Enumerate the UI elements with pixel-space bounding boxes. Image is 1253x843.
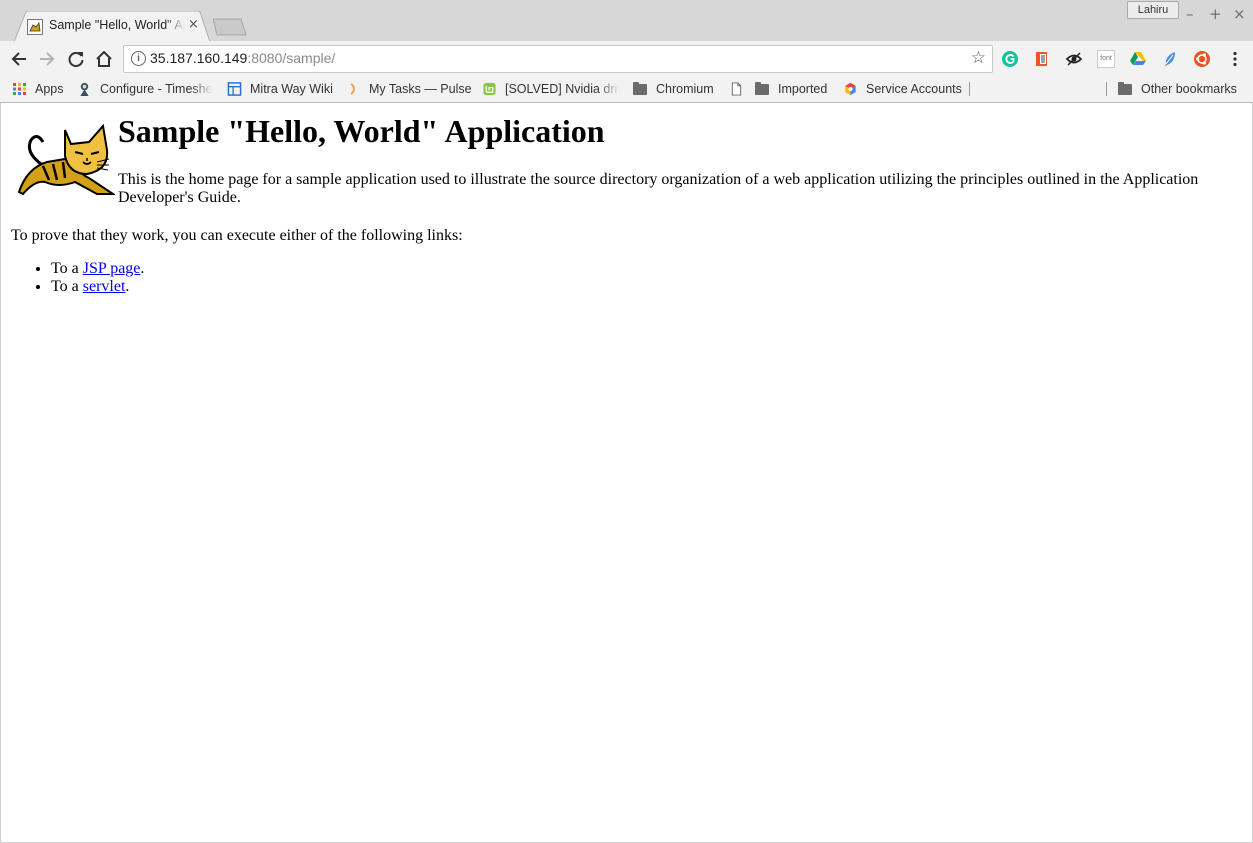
folder-icon: [755, 82, 770, 96]
tab-close-icon[interactable]: ×: [188, 17, 199, 32]
bookmark-configure-timesheets[interactable]: Configure - Timesheets: [77, 80, 213, 98]
link-prefix: To a: [51, 278, 83, 295]
bookmark-solved-nvidia[interactable]: [SOLVED] Nvidia drivers: [482, 80, 620, 98]
link-suffix: .: [125, 278, 130, 295]
link-prefix: To a: [51, 260, 83, 277]
bookmark-label: Imported: [778, 82, 828, 96]
bookmark-label: Mitra Way Wiki: [250, 82, 333, 96]
tomcat-logo-icon: [17, 123, 115, 196]
grammarly-icon[interactable]: [1001, 50, 1019, 68]
list-item: To a JSP page.: [51, 260, 144, 278]
link-suffix: .: [140, 260, 145, 277]
new-tab-button[interactable]: [213, 18, 249, 36]
folder-icon: [633, 82, 648, 96]
bookmark-folder-chromium[interactable]: Chromium: [633, 80, 714, 98]
bookmark-label: Chromium: [656, 82, 714, 96]
bookmark-other-bookmarks[interactable]: Other bookmarks: [1118, 80, 1237, 98]
bookmark-label: Service Accounts: [866, 82, 962, 96]
page-title: Sample "Hello, World" Application: [118, 113, 605, 149]
link-list: To a JSP page. To a servlet.: [51, 260, 144, 296]
list-item: To a servlet.: [51, 278, 144, 296]
more-menu-icon[interactable]: [1232, 51, 1238, 67]
bookmark-blank-page[interactable]: [729, 80, 752, 98]
folder-icon: [1118, 82, 1133, 96]
bookmark-mitra-way-wiki[interactable]: Mitra Way Wiki: [227, 80, 333, 98]
bookmark-label: [SOLVED] Nvidia drivers: [505, 82, 620, 96]
url-text[interactable]: 35.187.160.149:8080/sample/: [150, 50, 335, 66]
intro-paragraph: This is the home page for a sample appli…: [118, 171, 1199, 206]
bookmark-apps[interactable]: Apps: [12, 80, 64, 98]
feather-icon[interactable]: [1161, 50, 1179, 68]
home-icon[interactable]: [94, 49, 114, 69]
prove-paragraph: To prove that they work, you can execute…: [11, 227, 463, 244]
wiki-icon: [227, 82, 242, 96]
bookmark-my-tasks-pulse[interactable]: My Tasks — Pulse: [346, 80, 472, 98]
page-viewport: Sample "Hello, World" Application This i…: [0, 103, 1253, 843]
url-host: 35.187.160.149: [150, 50, 248, 66]
bookmark-label: Other bookmarks: [1141, 82, 1237, 96]
servlet-link[interactable]: servlet: [83, 278, 126, 295]
jsp-page-link[interactable]: JSP page: [83, 260, 141, 277]
bookmark-label: Configure - Timesheets: [100, 82, 213, 96]
ubuntu-icon[interactable]: [1193, 50, 1211, 68]
minimize-icon[interactable]: –: [1186, 5, 1194, 23]
page-icon: [731, 82, 742, 96]
tomcat-favicon-icon: [27, 19, 43, 35]
tab-title: Sample "Hello, World" Application: [49, 18, 185, 32]
reload-icon[interactable]: [66, 49, 86, 69]
info-icon[interactable]: i: [131, 51, 146, 66]
address-bar[interactable]: i 35.187.160.149:8080/sample/ ☆: [123, 45, 993, 73]
extension-eye-icon[interactable]: [1065, 50, 1083, 68]
back-arrow-icon[interactable]: [9, 49, 29, 69]
window-close-icon[interactable]: ×: [1233, 5, 1246, 23]
mint-icon: [483, 82, 496, 96]
bookmark-service-accounts[interactable]: Service Accounts: [843, 80, 962, 98]
google-drive-icon[interactable]: [1129, 50, 1147, 68]
maximize-icon[interactable]: +: [1209, 5, 1222, 23]
bookmark-label: Apps: [35, 82, 64, 96]
bookmark-separator: [969, 82, 970, 96]
pulse-icon: [350, 83, 355, 95]
google-cloud-icon: [845, 82, 856, 96]
office-icon[interactable]: [1033, 50, 1051, 68]
bookmarks-bar: Apps Configure - Timesheets Mitra Way Wi…: [0, 75, 1253, 103]
bookmark-label: My Tasks — Pulse: [369, 82, 472, 96]
forward-arrow-icon[interactable]: [37, 49, 57, 69]
font-extension-icon[interactable]: font: [1097, 50, 1115, 68]
active-tab[interactable]: Sample "Hello, World" Application ×: [14, 11, 210, 42]
apps-grid-icon: [13, 83, 26, 95]
bookmark-star-icon[interactable]: ☆: [971, 48, 986, 68]
profile-button[interactable]: Lahiru: [1127, 1, 1179, 19]
jenkins-icon: [80, 82, 89, 96]
bookmark-folder-imported[interactable]: Imported: [755, 80, 827, 98]
bookmark-separator: [1106, 82, 1107, 96]
url-path: :8080/sample/: [247, 50, 336, 66]
title-bar: Sample "Hello, World" Application × Lahi…: [0, 0, 1253, 42]
